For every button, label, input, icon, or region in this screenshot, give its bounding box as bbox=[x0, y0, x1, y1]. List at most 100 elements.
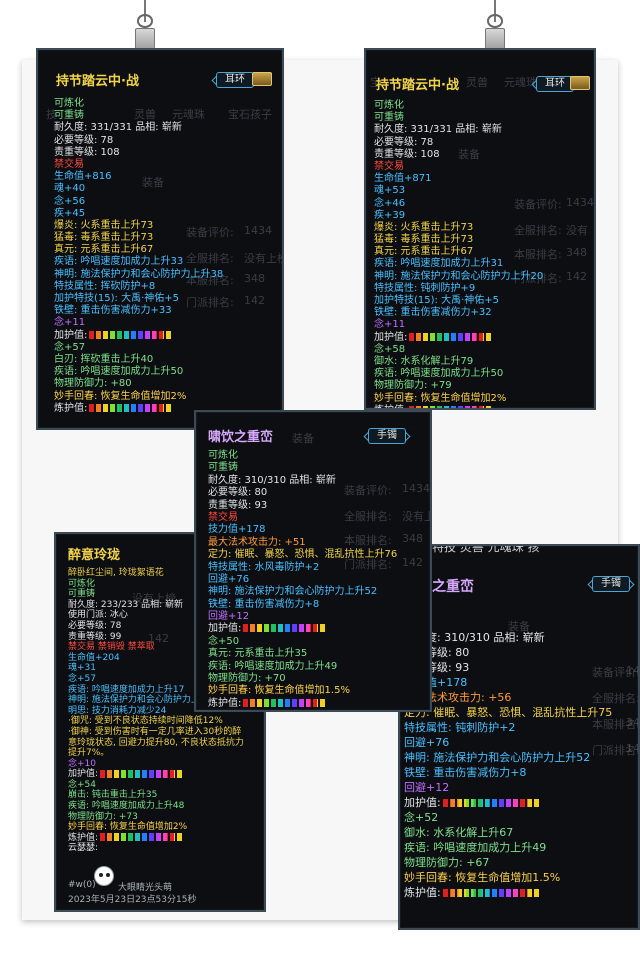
attribute-text: 念+52 bbox=[404, 811, 439, 824]
attribute-line: 必要等级: 78 bbox=[374, 137, 543, 149]
attribute-text: 加护值: bbox=[374, 331, 408, 343]
background-ui-text: 元魂珠 bbox=[504, 76, 537, 89]
attribute-line: 加护值: bbox=[68, 769, 244, 780]
attribute-line: 物理防御力: +80 bbox=[54, 378, 223, 390]
attribute-text: 可炼化 bbox=[208, 450, 238, 461]
attribute-text: 念+57 bbox=[68, 673, 96, 684]
attribute-text: 耐久度: 233/233 品相: 崭新 bbox=[68, 599, 184, 610]
attribute-line: 回避+76 bbox=[404, 735, 612, 750]
attribute-text: 必要等级: 78 bbox=[54, 134, 114, 146]
attribute-line: 疾语: 吟唱速度加成力上升50 bbox=[374, 368, 543, 380]
attribute-line: 疾语: 吟唱速度加成力上升33 bbox=[54, 256, 223, 268]
attribute-text: 必要等级: 78 bbox=[68, 620, 122, 631]
gem-slot-bar bbox=[89, 403, 174, 412]
attribute-line: 念+10 bbox=[68, 759, 244, 770]
user-avatar-icon bbox=[94, 866, 114, 886]
attribute-text: 加护值: bbox=[54, 329, 88, 341]
treasure-chest-icon[interactable] bbox=[570, 76, 590, 90]
background-ui-text: 348 bbox=[402, 532, 423, 545]
attribute-text: 责重等级: 99 bbox=[68, 631, 122, 642]
attribute-line: 禁交易 bbox=[208, 512, 397, 524]
attribute-text: 可炼化 bbox=[374, 100, 404, 111]
attribute-text: 妙手回春: 恢复生命值增加2% bbox=[54, 390, 187, 402]
background-ui-text: 没有上榜 bbox=[244, 252, 284, 265]
attribute-line: 责重等级: 108 bbox=[54, 147, 223, 159]
attribute-text: 醉卧红尘间, 玲珑絮语花 bbox=[68, 568, 164, 578]
attribute-line: 禁交易 bbox=[54, 159, 223, 171]
attribute-line: 技力值+178 bbox=[208, 524, 397, 536]
attribute-line: 妙手回春: 恢复生命值增加2% bbox=[54, 391, 223, 403]
attribute-line: 可重铸 bbox=[374, 112, 543, 124]
item-attribute-list: 耐久度: 310/310 品相: 崭新 必要等级: 80 责重等级: 93 技力值+1… bbox=[404, 630, 612, 900]
attribute-line: 耐久度: 331/331 品相: 崭新 bbox=[54, 122, 223, 134]
attribute-text: 御水: 水系化解上升79 bbox=[374, 355, 474, 367]
attribute-line: 铁壁: 重击伤害减伤力+33 bbox=[54, 305, 223, 317]
item-attribute-list: 可炼化 可重铸 耐久度: 310/310 品相: 崭新 必要等级: 80 责重等级: 9… bbox=[208, 450, 397, 710]
attribute-text: 神明: 施法保护力和会心防护力上升 bbox=[68, 695, 209, 706]
attribute-text: 物理防御力: +70 bbox=[208, 673, 286, 685]
attribute-text: 魂+31 bbox=[68, 663, 96, 674]
slot-badge-earring[interactable]: 耳环 bbox=[536, 76, 574, 92]
attribute-line: 物理防御力: +67 bbox=[404, 855, 612, 870]
attribute-text: ·御神: 受到伤害时有一定几率进入30秒的醉 bbox=[68, 726, 242, 737]
background-ui-text: 没有上榜 bbox=[402, 510, 430, 523]
slot-badge-earring[interactable]: 耳环 bbox=[216, 72, 254, 88]
attribute-text: 明思: 技力消耗力减少24 bbox=[68, 705, 167, 716]
attribute-line: 念+52 bbox=[404, 810, 612, 825]
attribute-line: 云瑟瑟: bbox=[68, 843, 244, 854]
attribute-text: 爆炎: 火系重击上升73 bbox=[374, 221, 474, 233]
attribute-line: 念+46 bbox=[374, 198, 543, 210]
attribute-text: 疾语: 吟唱速度加成力上升48 bbox=[68, 801, 185, 812]
attribute-text: 妙手回春: 恢复生命值增加2% bbox=[68, 822, 188, 833]
attribute-line: 白刃: 挥砍重击上升40 bbox=[54, 354, 223, 366]
binder-clip-left bbox=[132, 0, 158, 52]
gem-slot-bar bbox=[243, 624, 328, 633]
attribute-text: 念+54 bbox=[68, 779, 96, 790]
attribute-text: 炼护值: bbox=[54, 402, 88, 414]
attribute-line: 真元: 元系重击上升67 bbox=[54, 244, 223, 256]
attribute-text: ·御咒: 受到不良状态持续时间降低12% bbox=[68, 716, 223, 727]
attribute-text: 耐久度: 331/331 品相: 崭新 bbox=[54, 122, 182, 134]
attribute-text: 禁交易 bbox=[208, 511, 238, 523]
attribute-line: 猛毒: 毒系重击上升73 bbox=[374, 234, 543, 246]
attribute-text: 妙手回春: 恢复生命值增加1.5% bbox=[208, 685, 350, 697]
tab-strip[interactable]: 化特技 灵兽 元魂珠 孩 bbox=[420, 546, 539, 555]
attribute-text: 回避+12 bbox=[404, 781, 450, 794]
attribute-text: 崩击: 钝击重击上升35 bbox=[68, 790, 158, 801]
gem-slot-bar bbox=[409, 332, 494, 341]
attribute-text: 责重等级: 108 bbox=[374, 148, 440, 160]
attribute-text: 妙手回春: 恢复生命值增加2% bbox=[374, 392, 507, 404]
treasure-chest-icon[interactable] bbox=[252, 72, 272, 86]
attribute-text: 真元: 元系重击上升67 bbox=[374, 246, 474, 258]
binder-clip-right bbox=[482, 0, 508, 52]
attribute-line: ·御咒: 受到不良状态持续时间降低12% bbox=[68, 716, 244, 727]
item-tooltip-card-2: 142 门派排名: 348 本服排名: 没有 全服排名: 1434 装备评价: 装备 元魂珠 灵兽宝… bbox=[364, 48, 596, 410]
attribute-text: 爆炎: 火系重击上升73 bbox=[54, 219, 154, 231]
item-attribute-list: 可炼化 可重铸 耐久度: 331/331 品相: 崭新 必要等级: 78 责重等级: 1… bbox=[54, 98, 223, 415]
attribute-line: 特技属性: 挥砍防护+8 bbox=[54, 281, 223, 293]
attribute-line: 加护特技(15): 大禹·神佑+5 bbox=[54, 293, 223, 305]
item-title: 持节踏云中·战 bbox=[376, 78, 459, 93]
attribute-line: 耐久度: 310/310 品相: 崭新 bbox=[404, 630, 612, 645]
attribute-text: 物理防御力: +67 bbox=[404, 856, 490, 869]
attribute-line: 可炼化 bbox=[54, 98, 223, 110]
attribute-text: 铁壁: 重击伤害减伤力+8 bbox=[404, 766, 527, 779]
attribute-line: 疾语: 吟唱速度加成力上升48 bbox=[68, 801, 244, 812]
slot-badge-bracelet[interactable]: 手镯 bbox=[368, 428, 406, 444]
attribute-text: 炼护值: bbox=[208, 697, 242, 709]
background-ui-text: 没有 bbox=[566, 224, 588, 237]
attribute-line: 可炼化 bbox=[208, 450, 397, 462]
attribute-text: 定力: 催眠、暴怒、恐惧、混乱抗性上升75 bbox=[404, 706, 613, 719]
slot-badge-bracelet[interactable]: 手镯 bbox=[592, 576, 630, 592]
item-tooltip-card-3: 142门派排名:348本服排名:没有上榜全服排名:1434装备评价:装备 啸饮之… bbox=[194, 410, 432, 712]
attribute-text: 回避+12 bbox=[208, 611, 250, 623]
background-ui-text: 装备 bbox=[292, 432, 314, 445]
attribute-text: 回避+76 bbox=[404, 736, 450, 749]
attribute-text: 定力: 催眠、暴怒、恐惧、混乱抗性上升76 bbox=[208, 549, 398, 561]
attribute-text: 疾语: 吟唱速度加成力上升50 bbox=[374, 368, 504, 380]
attribute-text: 特技属性: 钝刺防护+2 bbox=[404, 721, 516, 734]
attribute-line: 炼护值: bbox=[68, 833, 244, 844]
attribute-line: 最大法术攻击力: +51 bbox=[208, 537, 397, 549]
attribute-text: 耐久度: 310/310 品相: 崭新 bbox=[208, 474, 336, 486]
attribute-text: 生命值+204 bbox=[68, 652, 120, 663]
